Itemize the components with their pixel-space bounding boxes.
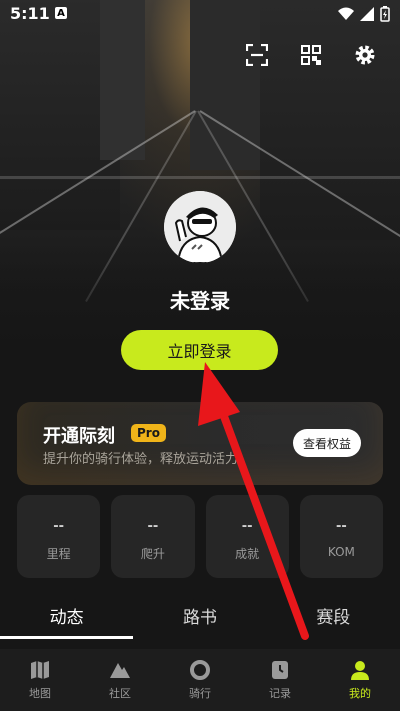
map-icon [31, 661, 49, 679]
scan-icon[interactable] [244, 42, 270, 68]
clock-file-icon [272, 661, 288, 679]
nav-label: 记录 [269, 687, 291, 700]
stats-row: -- 里程 -- 爬升 -- 成就 -- KOM [17, 495, 383, 578]
stat-label: 爬升 [140, 547, 165, 561]
battery-icon [380, 6, 390, 22]
pro-badge: Pro [131, 424, 166, 442]
stat-card-climb[interactable]: -- 爬升 [111, 495, 195, 578]
tab-segments[interactable]: 赛段 [267, 600, 400, 640]
pro-subtitle: 提升你的骑行体验，释放运动活力 [43, 452, 239, 467]
content-tabs: 动态 路书 赛段 [0, 600, 400, 640]
active-tab-indicator [0, 636, 133, 639]
qrcode-icon[interactable] [298, 42, 324, 68]
stat-label: KOM [327, 545, 355, 559]
stat-card-kom[interactable]: -- KOM [299, 495, 383, 578]
username-label: 未登录 [170, 289, 230, 313]
status-time: 5:11 [10, 4, 50, 23]
tab-activity[interactable]: 动态 [0, 600, 133, 640]
system-icons [338, 6, 390, 22]
view-benefits-button[interactable]: 查看权益 [293, 429, 361, 457]
stat-label: 成就 [235, 547, 260, 561]
bottom-nav: 地图 社区 骑行 记录 我的 [0, 649, 400, 711]
stat-card-achievements[interactable]: -- 成就 [205, 495, 289, 578]
nav-item-community[interactable]: 社区 [80, 649, 160, 711]
pro-subscription-card[interactable]: 开通际刻 Pro 提升你的骑行体验，释放运动活力 查看权益 [17, 402, 383, 485]
stat-card-distance[interactable]: -- 里程 [17, 495, 101, 578]
wifi-icon [338, 7, 354, 20]
person-icon [351, 661, 369, 680]
mountain-icon [110, 663, 130, 678]
pro-title: 开通际刻 [43, 426, 115, 447]
stat-value: -- [241, 519, 253, 534]
nav-label: 我的 [349, 687, 371, 700]
cyclist-avatar-icon [164, 191, 236, 263]
stat-value: -- [53, 519, 65, 534]
nav-item-me[interactable]: 我的 [320, 649, 400, 711]
login-button[interactable]: 立即登录 [121, 330, 278, 370]
stat-label: 里程 [46, 547, 71, 561]
status-bar: 5:11 A [0, 0, 400, 28]
nav-label: 骑行 [189, 687, 211, 700]
nav-label: 社区 [109, 687, 131, 700]
nav-item-map[interactable]: 地图 [0, 649, 80, 711]
top-actions [244, 42, 378, 68]
stat-value: -- [147, 519, 159, 534]
avatar[interactable] [164, 191, 236, 263]
gear-icon[interactable] [352, 42, 378, 68]
nav-label: 地图 [29, 687, 51, 700]
record-ring-icon [190, 660, 210, 680]
nav-item-records[interactable]: 记录 [240, 649, 320, 711]
stat-value: -- [335, 519, 347, 534]
signal-icon [360, 7, 374, 21]
notification-badge: A [55, 7, 67, 19]
nav-item-ride[interactable]: 骑行 [160, 649, 240, 711]
tab-routes[interactable]: 路书 [133, 600, 266, 640]
